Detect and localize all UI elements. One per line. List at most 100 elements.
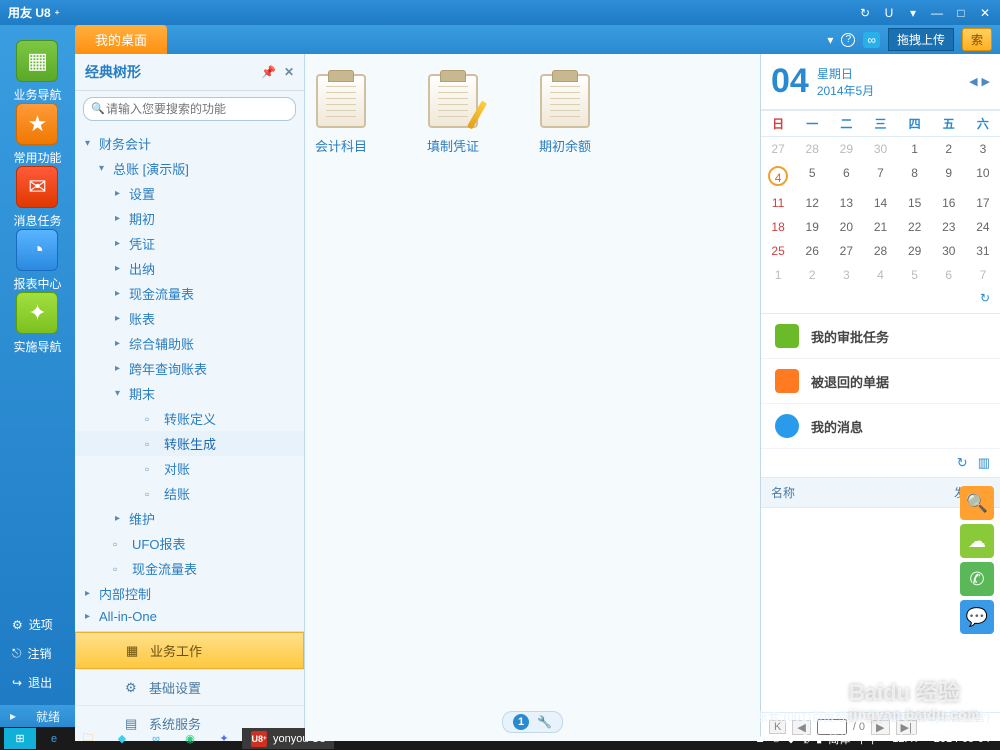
pager-settings-icon[interactable]: 🔧 bbox=[537, 715, 552, 729]
cal-day[interactable]: 3 bbox=[966, 137, 1000, 161]
tree-node[interactable]: ▸维护 bbox=[75, 506, 304, 531]
cal-day[interactable]: 28 bbox=[795, 137, 829, 161]
cal-day[interactable]: 6 bbox=[932, 263, 966, 287]
maximize-icon[interactable]: □ bbox=[954, 6, 968, 20]
u-icon[interactable]: U bbox=[882, 6, 896, 20]
cal-day[interactable]: 12 bbox=[795, 191, 829, 215]
tree-node[interactable]: ▸期初 bbox=[75, 206, 304, 231]
cal-day[interactable]: 23 bbox=[932, 215, 966, 239]
rail-bottom-item[interactable]: ⚙选项 bbox=[8, 610, 67, 639]
cal-day[interactable]: 2 bbox=[932, 137, 966, 161]
tree-close-icon[interactable]: ✕ bbox=[284, 65, 294, 79]
cal-day[interactable]: 21 bbox=[863, 215, 897, 239]
upload-box[interactable]: 拖拽上传 bbox=[888, 28, 954, 51]
tree-node[interactable]: ▾财务会计 bbox=[75, 131, 304, 156]
tree-node[interactable]: ▫对账 bbox=[75, 456, 304, 481]
cal-day[interactable]: 24 bbox=[966, 215, 1000, 239]
desktop-shortcut[interactable]: 会计科目 bbox=[315, 74, 367, 155]
tb-app2-icon[interactable]: ∞ bbox=[140, 728, 172, 749]
tray-icons[interactable]: ▲✆◆🕏▮ 简体 下午 bbox=[749, 728, 885, 750]
tree-node[interactable]: ▸综合辅助账 bbox=[75, 331, 304, 356]
float-msg-icon[interactable]: 💬 bbox=[960, 600, 994, 634]
cal-day[interactable]: 30 bbox=[932, 239, 966, 263]
rail-item[interactable]: ◔报表中心 bbox=[13, 229, 61, 292]
tab-desktop[interactable]: 我的桌面 bbox=[75, 25, 167, 54]
cal-day[interactable]: 1 bbox=[761, 263, 795, 287]
help-icon[interactable]: ? bbox=[841, 33, 855, 47]
start-button[interactable]: ⊞ bbox=[4, 728, 36, 749]
cal-day[interactable]: 4 bbox=[863, 263, 897, 287]
tree-node[interactable]: ▸内部控制 bbox=[75, 581, 304, 606]
search-button[interactable]: 索 bbox=[962, 28, 992, 51]
tree-node[interactable]: ▸账表 bbox=[75, 306, 304, 331]
cal-day[interactable]: 22 bbox=[898, 215, 932, 239]
tree-footer-item[interactable]: ⚙基础设置 bbox=[75, 669, 304, 705]
cal-day[interactable]: 10 bbox=[966, 161, 1000, 191]
cal-day[interactable]: 3 bbox=[829, 263, 863, 287]
tab-dropdown-icon[interactable]: ▾ bbox=[827, 33, 833, 47]
cal-day[interactable]: 4 bbox=[761, 161, 795, 191]
rp-refresh-icon[interactable]: ↻ bbox=[957, 455, 968, 471]
cal-day[interactable]: 9 bbox=[932, 161, 966, 191]
cal-day[interactable]: 8 bbox=[898, 161, 932, 191]
dropdown-icon[interactable]: ▾ bbox=[906, 6, 920, 20]
tree-node[interactable]: ▸现金流量表 bbox=[75, 281, 304, 306]
cal-day[interactable]: 27 bbox=[761, 137, 795, 161]
float-chat-icon[interactable]: ✆ bbox=[960, 562, 994, 596]
tb-ie-icon[interactable]: e bbox=[38, 728, 70, 749]
cal-day[interactable]: 20 bbox=[829, 215, 863, 239]
cal-day[interactable]: 14 bbox=[863, 191, 897, 215]
cal-day[interactable]: 29 bbox=[829, 137, 863, 161]
cal-day[interactable]: 29 bbox=[898, 239, 932, 263]
desktop-pager[interactable]: 1 🔧 bbox=[502, 711, 563, 733]
cal-day[interactable]: 31 bbox=[966, 239, 1000, 263]
rail-item[interactable]: ▦业务导航 bbox=[13, 40, 61, 103]
tb-app1-icon[interactable]: ◆ bbox=[106, 728, 138, 749]
tree-node[interactable]: ▸凭证 bbox=[75, 231, 304, 256]
tree-node[interactable]: ▫现金流量表 bbox=[75, 556, 304, 581]
tree-node[interactable]: ▾总账 [演示版] bbox=[75, 156, 304, 181]
link-icon[interactable]: ∞ bbox=[863, 32, 880, 48]
cal-day[interactable]: 1 bbox=[898, 137, 932, 161]
pin-icon[interactable]: 📌 bbox=[261, 65, 276, 79]
status-expand-icon[interactable]: ▸ bbox=[10, 709, 16, 723]
float-search-icon[interactable]: 🔍 bbox=[960, 486, 994, 520]
rail-item[interactable]: ✉消息任务 bbox=[13, 166, 61, 229]
tree-node[interactable]: ▫转账生成 bbox=[75, 431, 304, 456]
cal-day[interactable]: 17 bbox=[966, 191, 1000, 215]
rp-book-icon[interactable]: ▥ bbox=[978, 455, 990, 471]
cal-day[interactable]: 16 bbox=[932, 191, 966, 215]
cal-day[interactable]: 28 bbox=[863, 239, 897, 263]
float-cloud-icon[interactable]: ☁ bbox=[960, 524, 994, 558]
cal-day[interactable]: 26 bbox=[795, 239, 829, 263]
cal-day[interactable]: 11 bbox=[761, 191, 795, 215]
refresh-icon[interactable]: ↻ bbox=[858, 6, 872, 20]
cal-day[interactable]: 5 bbox=[795, 161, 829, 191]
cal-prev-icon[interactable]: ◀ bbox=[969, 75, 977, 88]
tree-node[interactable]: ▸All-in-One bbox=[75, 606, 304, 627]
rail-item[interactable]: ✦实施导航 bbox=[13, 292, 61, 355]
cal-day[interactable]: 5 bbox=[898, 263, 932, 287]
tb-app3-icon[interactable]: ◉ bbox=[174, 728, 206, 749]
tree-search-input[interactable] bbox=[83, 97, 296, 121]
cal-refresh-icon[interactable]: ↻ bbox=[980, 291, 990, 305]
cal-day[interactable]: 30 bbox=[863, 137, 897, 161]
tree-node[interactable]: ▸跨年查询账表 bbox=[75, 356, 304, 381]
rail-bottom-item[interactable]: ↪退出 bbox=[8, 668, 67, 697]
cal-day[interactable]: 27 bbox=[829, 239, 863, 263]
tree-node[interactable]: ▾期末 bbox=[75, 381, 304, 406]
rail-item[interactable]: ★常用功能 bbox=[13, 103, 61, 166]
task-item[interactable]: 我的消息 bbox=[761, 404, 1000, 449]
rail-bottom-item[interactable]: ⎋注销 bbox=[8, 639, 67, 668]
cal-day[interactable]: 25 bbox=[761, 239, 795, 263]
cal-day[interactable]: 7 bbox=[863, 161, 897, 191]
cal-day[interactable]: 18 bbox=[761, 215, 795, 239]
tree-footer-item[interactable]: ▦业务工作 bbox=[75, 632, 304, 669]
desktop-shortcut[interactable]: 期初余额 bbox=[539, 74, 591, 155]
close-icon[interactable]: ✕ bbox=[978, 6, 992, 20]
cal-day[interactable]: 6 bbox=[829, 161, 863, 191]
minimize-icon[interactable]: — bbox=[930, 6, 944, 20]
tb-folder-icon[interactable]: 🗀 bbox=[72, 728, 104, 749]
tree-node[interactable]: ▸出纳 bbox=[75, 256, 304, 281]
cal-day[interactable]: 7 bbox=[966, 263, 1000, 287]
